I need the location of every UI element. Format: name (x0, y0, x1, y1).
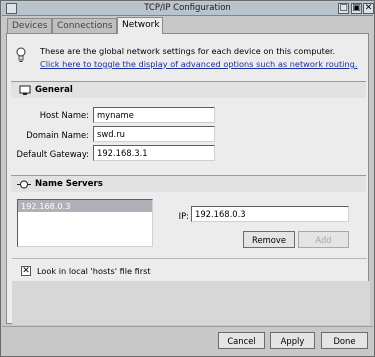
hosts-file-checkbox-label[interactable]: Look in local 'hosts' file first (37, 266, 151, 276)
host-name-label: Host Name: (39, 110, 89, 120)
name-server-item[interactable]: 192.168.0.3 (18, 200, 152, 212)
hosts-file-checkbox[interactable]: ✕ (21, 266, 31, 276)
network-icon (17, 180, 31, 189)
default-gateway-field[interactable]: 192.168.3.1 (93, 145, 215, 161)
apply-button[interactable]: Apply (270, 332, 315, 349)
ip-field[interactable]: 192.168.0.3 (191, 206, 349, 222)
computer-icon (19, 85, 31, 95)
network-panel: These are the global network settings fo… (6, 33, 370, 325)
info-text: These are the global network settings fo… (40, 46, 336, 56)
title-bar[interactable]: TCP/IP Configuration ▢ ▣ ✕ (2, 2, 374, 16)
tcpip-config-window: TCP/IP Configuration ▢ ▣ ✕ Devices Conne… (0, 0, 375, 357)
tab-devices[interactable]: Devices (7, 18, 52, 33)
general-title: General (35, 85, 73, 95)
domain-name-label: Domain Name: (26, 130, 89, 140)
footer-divider (2, 326, 373, 327)
host-name-field[interactable]: myname (93, 107, 215, 123)
empty-panel-area (12, 281, 370, 325)
general-section-header: General (11, 81, 366, 98)
add-button[interactable]: Add (298, 231, 349, 248)
name-server-list[interactable]: 192.168.0.3 (17, 199, 153, 247)
zoom-icon[interactable]: ▣ (351, 3, 362, 14)
remove-button[interactable]: Remove (243, 231, 295, 248)
ip-label: IP: (178, 211, 189, 221)
tab-network[interactable]: Network (117, 17, 163, 34)
name-servers-title: Name Servers (35, 179, 103, 189)
default-gateway-label: Default Gateway: (16, 149, 89, 159)
advanced-options-link[interactable]: Click here to toggle the display of adva… (40, 59, 357, 69)
name-servers-section-header: Name Servers (11, 175, 366, 192)
divider (12, 258, 367, 259)
done-button[interactable]: Done (321, 332, 368, 349)
close-window-icon[interactable]: ✕ (363, 3, 374, 14)
tab-connections[interactable]: Connections (52, 18, 117, 33)
window-title: TCP/IP Configuration (144, 3, 231, 13)
minimize-icon[interactable]: ▢ (338, 3, 349, 14)
domain-name-field[interactable]: swd.ru (93, 126, 215, 142)
lightbulb-icon (16, 47, 26, 62)
cancel-button[interactable]: Cancel (218, 332, 265, 349)
